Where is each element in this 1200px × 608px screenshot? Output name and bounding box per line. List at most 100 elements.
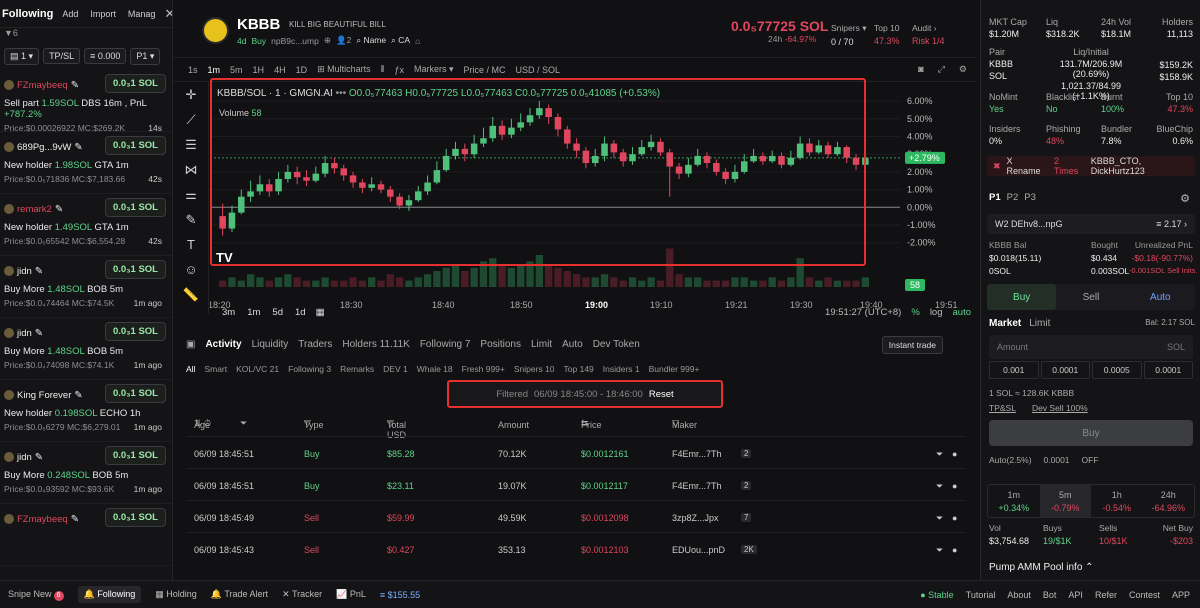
filter-tab[interactable]: Remarks xyxy=(340,364,374,374)
timeframe-tab[interactable]: 5m -0.79% xyxy=(1039,485,1091,517)
interval-tab[interactable]: 4H xyxy=(274,65,286,75)
edit-icon[interactable]: ✎ xyxy=(35,452,43,463)
preset-select[interactable]: P1 ▾ xyxy=(130,47,161,65)
filter-tab[interactable]: Smart xyxy=(204,364,227,374)
chart-svg[interactable]: 6.00%5.00%4.00%3.00%2.00%1.00%0.00%-1.00… xyxy=(210,82,977,314)
total-header[interactable]: Total USD ▽ xyxy=(387,418,406,440)
filter-tab[interactable]: KOL/VC 21 xyxy=(236,364,279,374)
close-icon[interactable]: ✕ xyxy=(164,6,172,22)
cell-maker[interactable]: F4Emr...7Th xyxy=(672,481,722,491)
refer-link[interactable]: Refer xyxy=(1095,590,1117,600)
price-chart[interactable]: 6.00%5.00%4.00%3.00%2.00%1.00%0.00%-1.00… xyxy=(210,82,977,314)
pnl-button[interactable]: 📈 PnL xyxy=(336,589,366,600)
feed-name[interactable]: FZmaybeeq xyxy=(17,514,68,525)
auto-toggle[interactable]: auto xyxy=(953,307,972,318)
interval-tab[interactable]: 5m xyxy=(230,65,243,75)
buy-tab[interactable]: Buy xyxy=(987,284,1057,310)
amount-input[interactable]: ≡ 0.000 xyxy=(84,48,127,64)
add-button[interactable]: Add xyxy=(59,7,81,21)
range-button[interactable]: 1d xyxy=(295,307,306,318)
table-row[interactable]: 06/09 18:45:43 Sell $0.427 353.13 $0.0012103… xyxy=(186,532,966,564)
activity-tab[interactable]: Dev Token xyxy=(593,339,640,350)
activity-tab[interactable]: Positions xyxy=(480,339,521,350)
quantity-select[interactable]: ▤ 1 ▾ xyxy=(4,47,40,65)
feed-name[interactable]: jidn xyxy=(17,452,32,463)
feed-name[interactable]: FZmaybeeq xyxy=(17,80,68,91)
slippage-setting[interactable]: Auto(2.5%) xyxy=(989,455,1032,465)
app-link[interactable]: APP xyxy=(1172,590,1190,600)
edit-icon[interactable]: ✎ xyxy=(71,514,79,525)
hlines-icon[interactable]: ☰ xyxy=(174,132,208,157)
quick-buy-button[interactable]: 0.0₃1 SOL xyxy=(104,322,166,341)
quick-buy-button[interactable]: 0.0₃1 SOL xyxy=(104,136,166,155)
more-icon[interactable]: ● xyxy=(952,481,957,491)
log-toggle[interactable]: log xyxy=(930,307,943,318)
quick-buy-button[interactable]: 0.0₃1 SOL xyxy=(104,74,166,93)
timeframe-tab[interactable]: 1m +0.34% xyxy=(988,485,1040,517)
filter-tab[interactable]: Top 149 xyxy=(564,364,594,374)
panel-toggle-icon[interactable]: ▣ xyxy=(186,339,195,350)
about-link[interactable]: About xyxy=(1007,590,1031,600)
following-button[interactable]: 🔔 Following xyxy=(77,586,142,603)
filter-icon[interactable]: ⏷ xyxy=(936,481,943,492)
text-icon[interactable]: T xyxy=(174,232,208,257)
filter-tab[interactable]: Whale 18 xyxy=(417,364,453,374)
bot-link[interactable]: Bot xyxy=(1043,590,1057,600)
camera-icon[interactable]: ◙ xyxy=(918,64,923,75)
buy-button[interactable]: Buy xyxy=(989,420,1193,446)
type-header[interactable]: Type ▽ xyxy=(304,418,324,430)
edit-icon[interactable]: ✎ xyxy=(35,266,43,277)
activity-tab[interactable]: Traders xyxy=(298,339,332,350)
amount-input[interactable]: Amount SOL xyxy=(989,335,1193,359)
table-row[interactable]: 06/09 18:45:51 Buy $85.28 70.12K $0.0012161 F… xyxy=(186,436,966,468)
preset-button[interactable]: 0.0001 xyxy=(1040,361,1090,379)
bookmark-icon[interactable]: ⌂ xyxy=(415,36,420,46)
interval-tab[interactable]: 1m xyxy=(208,65,221,75)
crosshair-icon[interactable]: ✛ xyxy=(174,82,208,107)
priority-fee[interactable]: 0.0001 xyxy=(1044,455,1070,465)
wallet-select[interactable]: W2 DEhv8...npG ≡ 2.17 › xyxy=(987,214,1195,234)
filter-icon[interactable]: ⏷ xyxy=(936,449,943,460)
activity-tab[interactable]: Following 7 xyxy=(420,339,471,350)
activity-tab[interactable]: Holders 11.11K xyxy=(342,339,409,350)
age-header[interactable]: Age ⇅ ⏱ xyxy=(194,418,211,430)
snipe-new-button[interactable]: Snipe New 6 xyxy=(8,589,64,601)
more-icon[interactable]: ● xyxy=(952,449,957,459)
edit-icon[interactable]: ✎ xyxy=(71,80,79,91)
feed-name[interactable]: 689Pg...9vW xyxy=(17,142,71,153)
manage-button[interactable]: Manag xyxy=(125,7,159,21)
range-button[interactable]: 1m xyxy=(247,307,260,318)
timeframe-tab[interactable]: 24h -64.96% xyxy=(1143,485,1195,517)
preset-button[interactable]: 0.001 xyxy=(989,361,1039,379)
multicharts-button[interactable]: ⊞ Multicharts xyxy=(317,64,371,75)
search-ca-button[interactable]: ⌕ CA xyxy=(391,35,410,46)
fib-icon[interactable]: ⚌ xyxy=(174,182,208,207)
contest-link[interactable]: Contest xyxy=(1129,590,1160,600)
percent-toggle[interactable]: % xyxy=(911,307,919,318)
pump-pool-info[interactable]: Pump AMM Pool info ⌃ xyxy=(989,562,1094,573)
filter-tab[interactable]: All xyxy=(186,364,195,374)
edit-icon[interactable]: ✎ xyxy=(74,142,82,153)
timeframe-tab[interactable]: 1h -0.54% xyxy=(1091,485,1143,517)
preset-button[interactable]: 0.0005 xyxy=(1092,361,1142,379)
expand-icon[interactable]: ⤢ xyxy=(938,64,945,75)
pattern-icon[interactable]: ⋈ xyxy=(174,157,208,182)
activity-tab[interactable]: Activity xyxy=(205,339,241,350)
sell-tab[interactable]: Sell xyxy=(1056,284,1125,310)
markers-button[interactable]: Markers ▾ xyxy=(414,64,454,75)
quick-buy-button[interactable]: 0.0₃1 SOL xyxy=(104,508,166,527)
trade-alert-button[interactable]: 🔔 Trade Alert xyxy=(211,589,268,600)
tutorial-link[interactable]: Tutorial xyxy=(966,590,996,600)
more-icon[interactable]: ● xyxy=(952,513,957,523)
filter-tab[interactable]: Following 3 xyxy=(288,364,331,374)
dev-sell-checkbox[interactable]: Dev Sell 100% xyxy=(1032,403,1088,413)
trendline-icon[interactable]: ⟋ xyxy=(174,107,208,132)
cell-maker[interactable]: F4Emr...7Th xyxy=(672,449,722,459)
fx-icon[interactable]: ƒx xyxy=(394,65,404,75)
mev-toggle[interactable]: OFF xyxy=(1082,455,1099,465)
interval-tab[interactable]: 1D xyxy=(296,65,308,75)
search-name-button[interactable]: ⌕ Name xyxy=(356,35,386,46)
reset-button[interactable]: Reset xyxy=(649,389,674,400)
feed-name[interactable]: jidn xyxy=(17,266,32,277)
preset-tab[interactable]: P1 xyxy=(989,192,1001,203)
